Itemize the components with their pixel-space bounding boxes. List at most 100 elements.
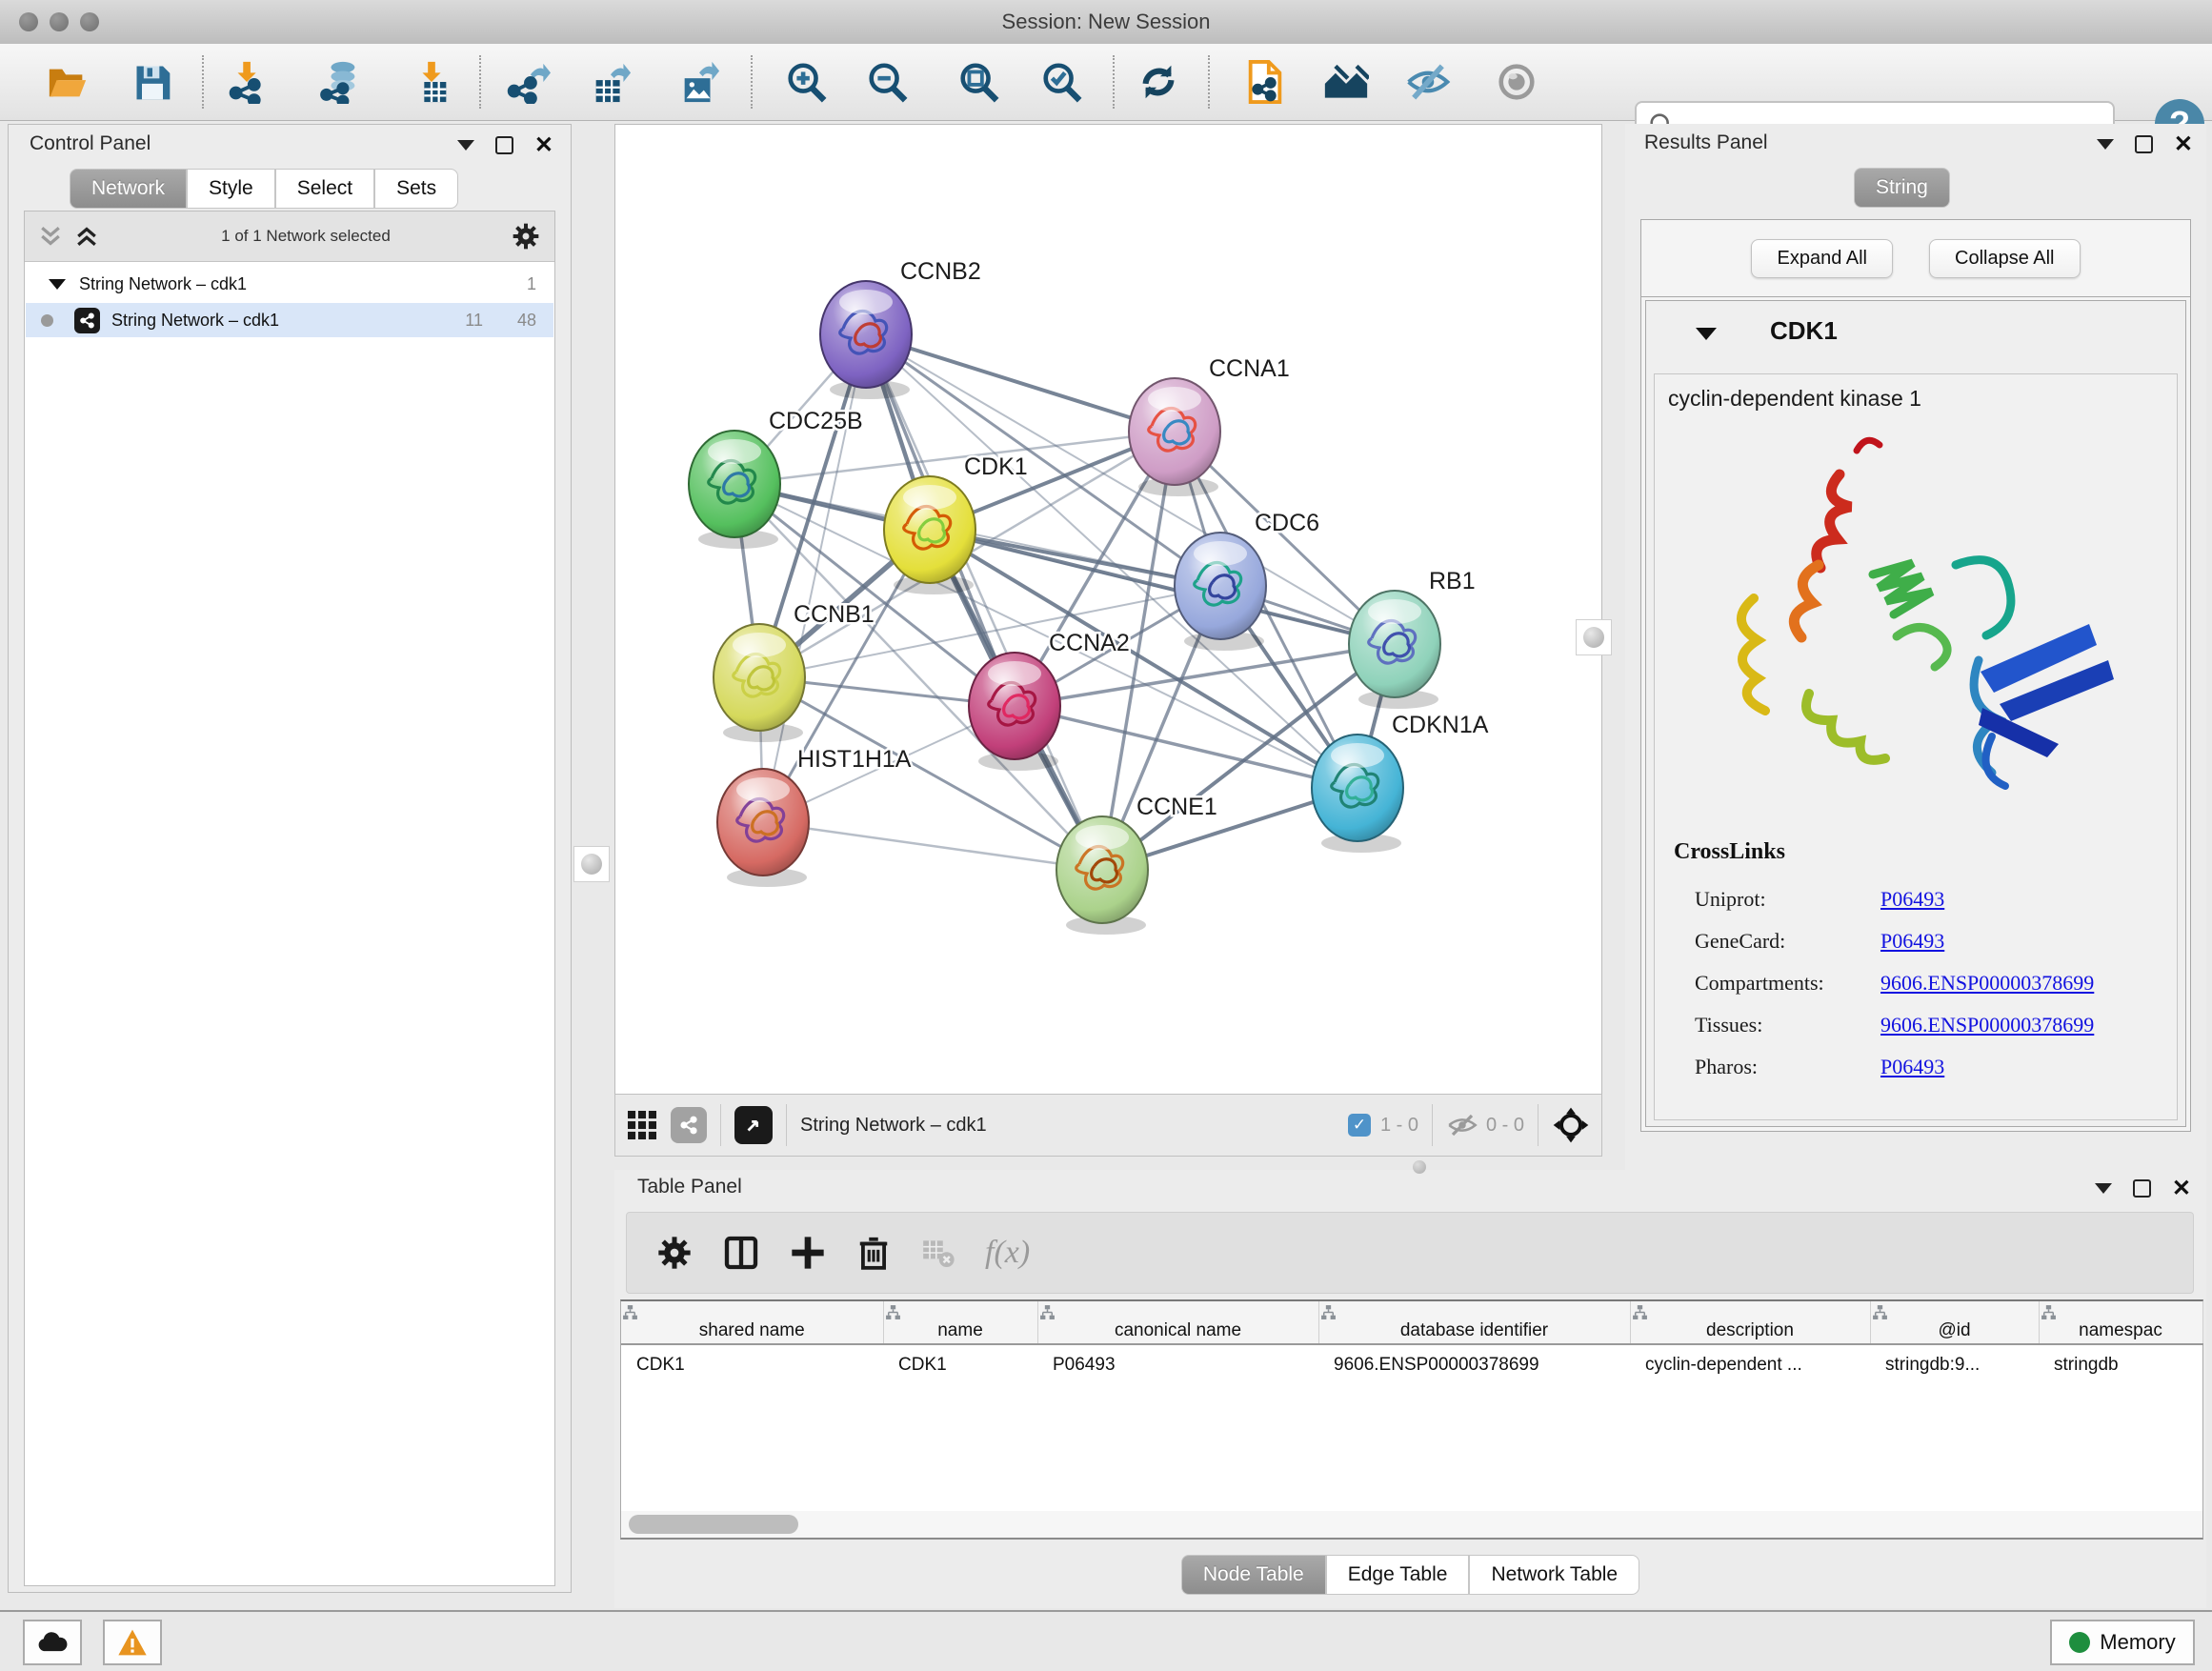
tab-string[interactable]: String: [1854, 168, 1950, 208]
column-header[interactable]: name: [883, 1301, 1037, 1344]
tab-network-table[interactable]: Network Table: [1469, 1555, 1639, 1595]
panel-collapse-icon[interactable]: [2095, 1183, 2112, 1194]
panel-float-icon[interactable]: [2133, 1179, 2151, 1198]
column-header[interactable]: shared name: [621, 1301, 883, 1344]
table-cell[interactable]: stringdb: [2039, 1344, 2202, 1385]
network-graph[interactable]: CCNB2CCNA1CDC25BCDK1CDC6RB1CCNB1CCNA2CDK…: [615, 125, 1601, 1094]
import-network-database-icon[interactable]: [314, 55, 368, 109]
column-header[interactable]: database identifier: [1318, 1301, 1630, 1344]
export-image-icon[interactable]: [673, 55, 726, 109]
table-options-gear-icon[interactable]: [655, 1234, 694, 1272]
table-horizontal-scrollbar[interactable]: [621, 1511, 2202, 1538]
new-network-from-selection-icon[interactable]: [1238, 55, 1292, 109]
network-node-ccna1[interactable]: [1129, 378, 1220, 496]
panel-collapse-icon[interactable]: [457, 140, 474, 151]
table-cell[interactable]: CDK1: [883, 1344, 1037, 1385]
splitter-handle[interactable]: [1413, 1160, 1426, 1174]
save-session-icon[interactable]: [126, 55, 179, 109]
splitter-handle[interactable]: [573, 846, 610, 882]
export-table-icon[interactable]: [584, 55, 637, 109]
network-row-selected[interactable]: String Network – cdk1 11 48: [26, 303, 553, 337]
panel-collapse-icon[interactable]: [2097, 139, 2114, 150]
table-cell[interactable]: 9606.ENSP00000378699: [1318, 1344, 1630, 1385]
crosslink-link[interactable]: 9606.ENSP00000378699: [1880, 1013, 2094, 1037]
collapse-all-icon[interactable]: [36, 222, 65, 251]
tab-select[interactable]: Select: [275, 169, 374, 209]
network-edge[interactable]: [1015, 706, 1357, 788]
show-all-icon[interactable]: [1490, 55, 1543, 109]
network-node-ccna2[interactable]: [969, 653, 1060, 771]
tab-network[interactable]: Network: [70, 169, 187, 209]
panel-close-icon[interactable]: ✕: [534, 138, 553, 152]
splitter-handle[interactable]: [1576, 619, 1612, 655]
tab-node-table[interactable]: Node Table: [1181, 1555, 1326, 1595]
tab-edge-table[interactable]: Edge Table: [1326, 1555, 1470, 1595]
network-canvas[interactable]: CCNB2CCNA1CDC25BCDK1CDC6RB1CCNB1CCNA2CDK…: [614, 124, 1602, 1095]
table-cell[interactable]: CDK1: [621, 1344, 883, 1385]
crosslink-link[interactable]: P06493: [1880, 929, 1944, 954]
network-edge[interactable]: [930, 530, 1395, 644]
import-table-icon[interactable]: [405, 55, 458, 109]
detach-view-icon[interactable]: [734, 1106, 773, 1144]
network-node-cdc25b[interactable]: [689, 431, 780, 549]
column-header[interactable]: namespac: [2039, 1301, 2202, 1344]
table-cell[interactable]: P06493: [1037, 1344, 1318, 1385]
network-edge[interactable]: [763, 822, 1102, 870]
network-type-icon[interactable]: [671, 1107, 707, 1143]
panel-float-icon[interactable]: [2135, 135, 2153, 153]
table-cell[interactable]: cyclin-dependent ...: [1630, 1344, 1870, 1385]
zoom-out-icon[interactable]: [860, 55, 914, 109]
column-header[interactable]: description: [1630, 1301, 1870, 1344]
fit-content-icon[interactable]: [1552, 1106, 1590, 1144]
network-node-rb1[interactable]: [1349, 591, 1440, 709]
delete-column-icon[interactable]: [855, 1234, 892, 1272]
network-node-ccne1[interactable]: [1056, 816, 1148, 935]
collection-label: String Network – cdk1: [79, 274, 527, 294]
network-node-hist1h1a[interactable]: [717, 769, 809, 887]
network-collection-row[interactable]: String Network – cdk1 1: [26, 267, 553, 301]
tab-style[interactable]: Style: [187, 169, 275, 209]
table-toolbar: f(x): [626, 1212, 2194, 1294]
selected-items-checkbox-icon[interactable]: ✓: [1348, 1114, 1371, 1137]
column-header[interactable]: @id: [1870, 1301, 2039, 1344]
expand-all-icon[interactable]: [72, 222, 101, 251]
zoom-in-icon[interactable]: [779, 55, 833, 109]
zoom-fit-icon[interactable]: [952, 55, 1005, 109]
tree-expand-icon[interactable]: [49, 279, 66, 290]
selected-count: 1 - 0: [1380, 1115, 1418, 1137]
panel-float-icon[interactable]: [495, 136, 513, 154]
network-node-cdkn1a[interactable]: [1312, 735, 1403, 853]
panel-close-icon[interactable]: ✕: [2172, 1181, 2191, 1196]
export-network-icon[interactable]: [502, 55, 555, 109]
gear-icon[interactable]: [511, 221, 541, 252]
zoom-selected-icon[interactable]: [1035, 55, 1088, 109]
refresh-icon[interactable]: [1132, 55, 1185, 109]
table-row[interactable]: CDK1CDK1P064939606.ENSP00000378699cyclin…: [621, 1344, 2202, 1385]
network-node-ccnb1[interactable]: [714, 624, 805, 742]
first-neighbors-icon[interactable]: [1319, 55, 1373, 109]
show-columns-icon[interactable]: [722, 1234, 760, 1272]
memory-button[interactable]: Memory: [2050, 1620, 2195, 1665]
protein-details: cyclin-dependent kinase 1: [1654, 373, 2178, 1120]
collapse-all-button[interactable]: Collapse All: [1929, 239, 2081, 278]
network-node-ccnb2[interactable]: [820, 281, 912, 399]
tab-sets[interactable]: Sets: [374, 169, 458, 209]
crosslink-link[interactable]: P06493: [1880, 887, 1944, 912]
expand-all-button[interactable]: Expand All: [1751, 239, 1893, 278]
panel-close-icon[interactable]: ✕: [2174, 137, 2193, 151]
crosslink-link[interactable]: 9606.ENSP00000378699: [1880, 971, 2094, 996]
hide-selection-icon[interactable]: [1401, 55, 1455, 109]
birds-eye-view-icon[interactable]: [625, 1108, 659, 1142]
section-collapse-icon[interactable]: [1696, 328, 1717, 340]
table-cell[interactable]: stringdb:9...: [1870, 1344, 2039, 1385]
network-edge[interactable]: [866, 334, 1175, 432]
network-edge[interactable]: [866, 334, 1102, 870]
scrollbar-thumb[interactable]: [629, 1515, 798, 1534]
create-column-icon[interactable]: [789, 1234, 827, 1272]
crosslink-link[interactable]: P06493: [1880, 1055, 1944, 1079]
column-header[interactable]: canonical name: [1037, 1301, 1318, 1344]
warnings-button[interactable]: [103, 1620, 162, 1665]
cloud-status-button[interactable]: [23, 1620, 82, 1665]
import-network-file-icon[interactable]: [222, 55, 275, 109]
open-session-icon[interactable]: [41, 55, 94, 109]
